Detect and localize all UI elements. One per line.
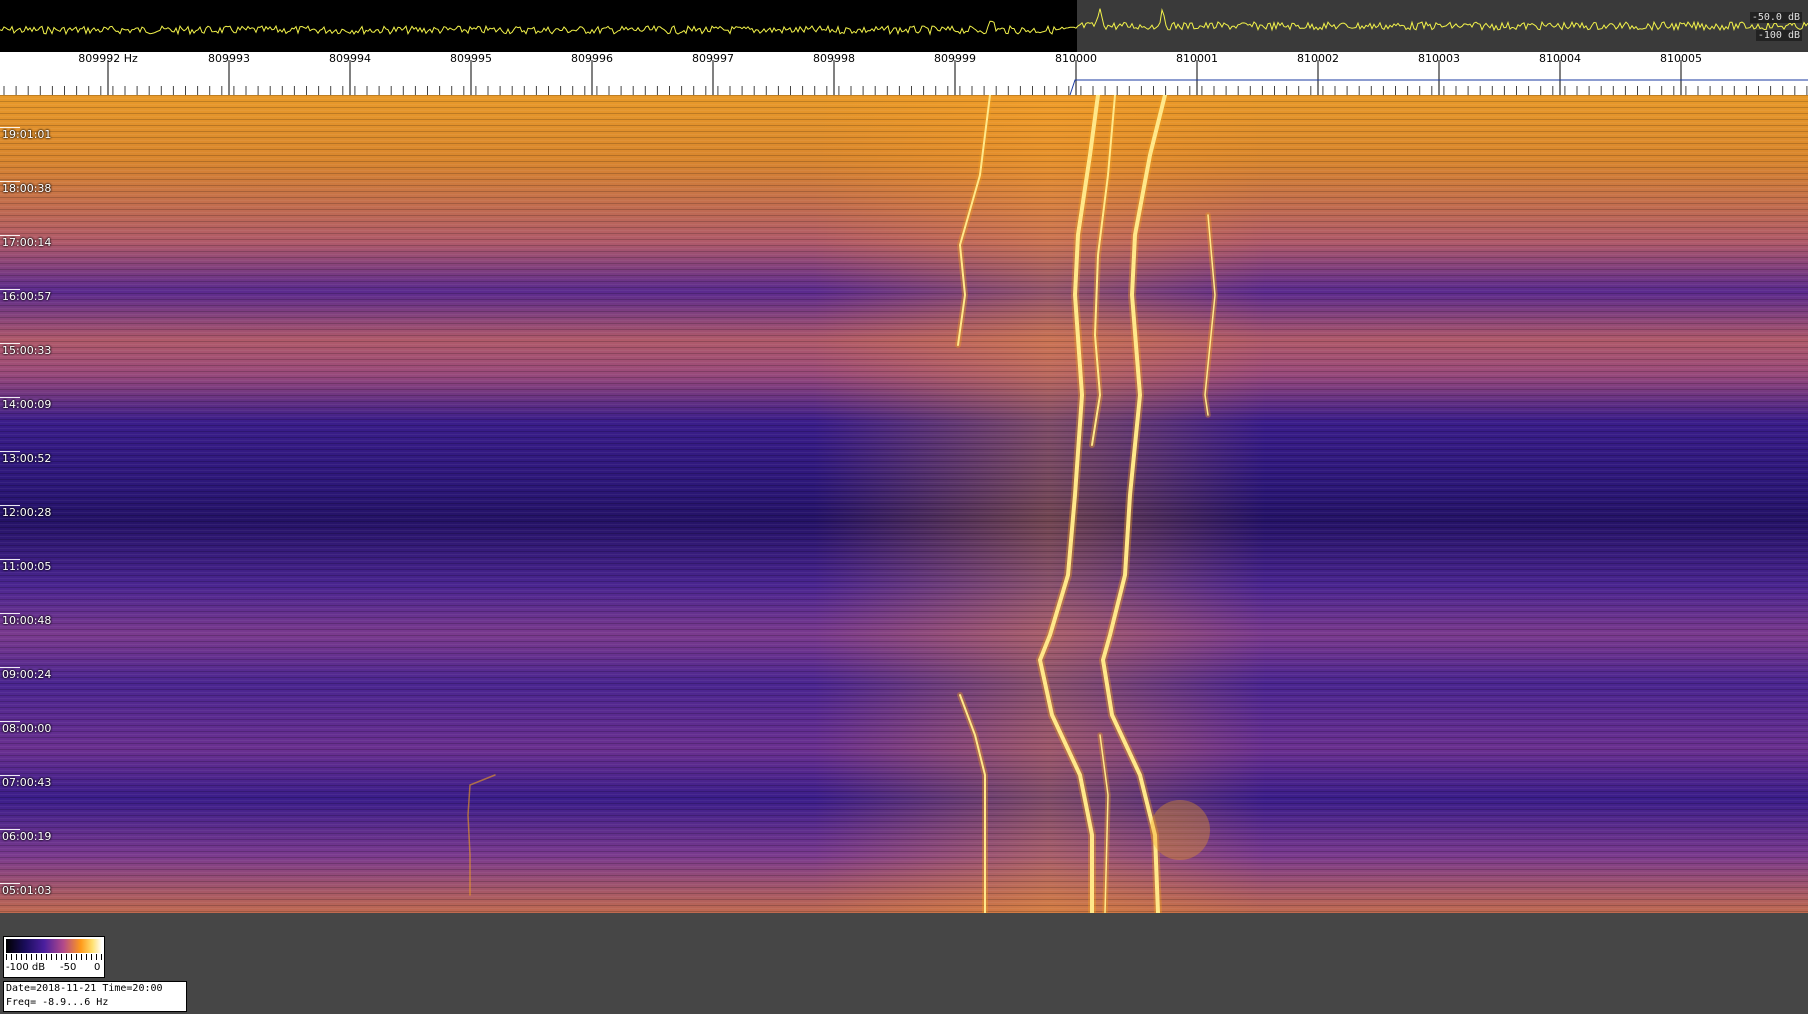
time-label: 07:00:43 bbox=[2, 776, 52, 789]
freq-label: 810001 bbox=[1176, 52, 1218, 65]
freq-label: 810002 bbox=[1297, 52, 1339, 65]
freq-label: 809993 bbox=[208, 52, 250, 65]
time-label: 10:00:48 bbox=[2, 614, 52, 627]
freq-label: 809994 bbox=[329, 52, 371, 65]
freq-label: 810004 bbox=[1539, 52, 1581, 65]
legend-min-label: -100 dB bbox=[6, 962, 46, 973]
time-label: 17:00:14 bbox=[2, 236, 52, 249]
legend-mid-label: -50 bbox=[60, 962, 77, 973]
time-label: 06:00:19 bbox=[2, 830, 52, 843]
spectrum-trace bbox=[0, 8, 1808, 36]
time-label: 08:00:00 bbox=[2, 722, 52, 735]
signal-blob bbox=[1150, 800, 1210, 860]
db-bottom-label: -100 dB bbox=[1755, 30, 1802, 41]
time-label: 15:00:33 bbox=[2, 344, 52, 357]
freq-label: 809998 bbox=[813, 52, 855, 65]
time-label: 19:01:01 bbox=[2, 128, 52, 141]
info-frequency-range: Freq= -8.9...6 Hz bbox=[6, 997, 109, 1008]
time-label: 16:00:57 bbox=[2, 290, 52, 303]
freq-label: 810000 bbox=[1055, 52, 1097, 65]
freq-label: 809992 Hz bbox=[78, 52, 138, 65]
color-legend: -100 dB -50 0 bbox=[3, 936, 105, 978]
time-label: 11:00:05 bbox=[2, 560, 52, 573]
legend-gradient bbox=[6, 939, 102, 953]
frequency-ticks bbox=[3, 60, 1808, 95]
time-label: 14:00:09 bbox=[2, 398, 52, 411]
freq-label: 809999 bbox=[934, 52, 976, 65]
waterfall-image bbox=[0, 95, 1808, 913]
info-date-time: Date=2018-11-21 Time=20:00 bbox=[6, 983, 163, 994]
time-label: 05:01:03 bbox=[2, 884, 52, 897]
spectrum-panel[interactable]: -50.0 dB -100 dB bbox=[0, 0, 1808, 53]
time-label: 13:00:52 bbox=[2, 452, 52, 465]
freq-label: 809996 bbox=[571, 52, 613, 65]
spectrum-line bbox=[0, 8, 1808, 36]
waterfall-spectrogram[interactable]: 19:01:01 18:00:38 17:00:14 16:00:57 15:00:33… bbox=[0, 95, 1808, 913]
frequency-scale[interactable]: 809992 Hz 809993 809994 809995 809996 809997 8… bbox=[0, 52, 1808, 96]
info-box: Date=2018-11-21 Time=20:00 Freq= -8.9...… bbox=[3, 981, 187, 1012]
time-label: 09:00:24 bbox=[2, 668, 52, 681]
freq-label: 810005 bbox=[1660, 52, 1702, 65]
time-label: 18:00:38 bbox=[2, 182, 52, 195]
freq-label: 809997 bbox=[692, 52, 734, 65]
legend-max-label: 0 bbox=[94, 962, 101, 973]
freq-label: 810003 bbox=[1418, 52, 1460, 65]
time-label: 12:00:28 bbox=[2, 506, 52, 519]
legend-ticks bbox=[6, 954, 102, 960]
freq-label: 809995 bbox=[450, 52, 492, 65]
db-top-label: -50.0 dB bbox=[1749, 12, 1802, 23]
